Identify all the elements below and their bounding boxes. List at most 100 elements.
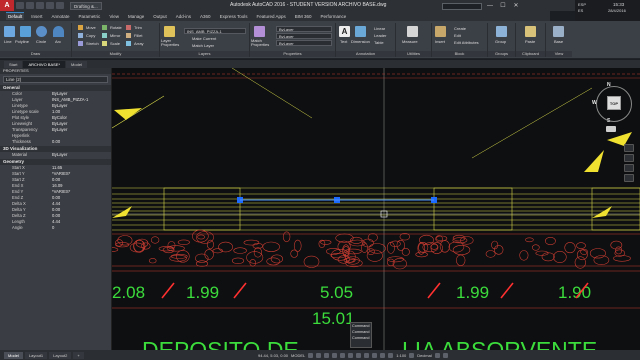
edit-block-button[interactable]: Edit [454,33,461,38]
zoom-icon[interactable] [624,164,634,172]
scale-button[interactable]: Scale [110,41,120,46]
save-icon[interactable] [36,2,44,9]
polar-icon[interactable] [332,352,338,358]
tab-layout1[interactable]: Layout1 [24,351,48,359]
hardware-acceleration-icon[interactable] [434,352,440,358]
tab-view[interactable]: View [107,13,121,20]
property-value[interactable]: 0 [52,225,111,231]
polyline-button-label[interactable]: Polyline [15,39,29,44]
orbit-icon[interactable] [624,174,634,182]
line-icon[interactable] [4,26,15,37]
add-layout-button[interactable]: + [73,351,84,359]
linear-button[interactable]: Linear [374,26,385,31]
workspace-icon[interactable] [388,352,394,358]
layers-panel-label[interactable]: Layers [160,51,249,57]
tab-model-layout[interactable]: Model [4,351,23,359]
tab-bim360[interactable]: BIM 360 [293,13,314,20]
dimension-icon[interactable] [355,26,366,37]
close-button[interactable]: ✕ [511,2,521,10]
model-space-button[interactable]: MODEL [291,353,305,358]
annotation-scale[interactable]: 1:100 [396,353,406,358]
view-panel-label[interactable]: View [546,51,572,57]
redo-icon[interactable] [56,2,64,9]
arc-button-label[interactable]: Arc [55,39,61,44]
maximize-button[interactable]: ☐ [498,2,508,10]
leader-button[interactable]: Leader [374,33,386,38]
region-indicator[interactable]: ES [578,8,583,13]
property-value[interactable]: ByLayer [52,152,111,158]
tab-archivo-base[interactable]: ARCHIVO BASE* [23,61,66,68]
properties-panel-label[interactable]: Properties [250,51,335,57]
group-icon[interactable] [496,26,507,37]
undo-icon[interactable] [46,2,54,9]
insert-block-icon[interactable] [435,26,446,37]
insert-button-label[interactable]: Insert [435,39,445,44]
tab-insert[interactable]: Insert [29,13,44,20]
tab-addins[interactable]: Add-ins [174,13,193,20]
steering-wheel-icon[interactable] [624,144,634,152]
pan-icon[interactable] [624,154,634,162]
transparency-icon[interactable] [364,352,370,358]
linetype-dropdown[interactable]: ByLayer [276,40,332,46]
text-icon[interactable]: A [339,26,350,37]
copy-icon[interactable] [78,33,83,38]
tab-express-tools[interactable]: Express Tools [218,13,250,20]
new-file-icon[interactable] [16,2,24,9]
autocad-logo-icon[interactable]: A [0,0,14,11]
color-dropdown[interactable]: ByLayer [276,26,332,32]
mirror-button[interactable]: Mirror [110,33,120,38]
drawing-area[interactable]: 2.08 1.99 5.05 1.99 1.90 DEPOSITO DE LIA ABS… [112,68,640,350]
tab-default[interactable]: Default [6,12,25,20]
viewcube-top-face[interactable]: TOP [607,96,621,110]
wcs-icon[interactable] [606,126,616,132]
clipboard-panel-label[interactable]: Clipboard [516,51,545,57]
annotation-panel-label[interactable]: Annotation [336,51,395,57]
clock-date[interactable]: 28/4/2016 [608,8,626,13]
modify-panel-label[interactable]: Modify [72,51,159,57]
fillet-button[interactable]: Fillet [134,33,142,38]
tab-annotate[interactable]: Annotate [50,13,72,20]
selection-cycling-icon[interactable] [372,352,378,358]
create-block-button[interactable]: Create [454,26,466,31]
tab-start[interactable]: Start [4,61,23,68]
table-button[interactable]: Table [374,40,384,45]
array-icon[interactable] [126,41,131,46]
edit-attributes-button[interactable]: Edit Attributes [454,40,479,45]
paste-icon[interactable] [525,26,536,37]
units-readout[interactable]: Decimal [417,353,431,358]
customization-icon[interactable] [442,352,448,358]
move-button[interactable]: Move [86,25,96,30]
language-indicator[interactable]: ESP [578,2,586,7]
line-button-label[interactable]: Line [4,39,12,44]
stretch-icon[interactable] [78,41,83,46]
utilities-panel-label[interactable]: Utilities [396,51,431,57]
draw-panel-label[interactable]: Draw [0,51,71,57]
osnap-icon[interactable] [340,352,346,358]
scale-icon[interactable] [102,41,107,46]
layer-properties-icon[interactable] [164,26,175,37]
match-properties-icon[interactable] [254,26,265,37]
polyline-icon[interactable] [20,26,31,37]
match-layer-button[interactable]: Match Layer [192,43,214,48]
tab-manage[interactable]: Manage [126,13,146,20]
tab-layout2[interactable]: Layout2 [49,351,72,359]
mirror-icon[interactable] [102,33,107,38]
grid-icon[interactable] [308,352,314,358]
paste-button-label[interactable]: Paste [525,39,535,44]
property-row[interactable]: Material ByLayer [0,152,111,158]
tab-a360[interactable]: A360 [198,13,213,20]
property-value[interactable]: 0.00 [52,139,111,145]
snap-icon[interactable] [316,352,322,358]
workspace-dropdown[interactable]: Drafting &... [70,1,102,10]
measure-icon[interactable] [407,26,418,37]
minimize-button[interactable]: — [485,2,495,10]
copy-button[interactable]: Copy [86,33,95,38]
base-button-label[interactable]: Base [554,39,563,44]
block-panel-label[interactable]: Block [432,51,487,57]
coordinates-readout[interactable]: 94.44, 5.03, 0.00 [258,353,288,358]
measure-button-label[interactable]: Measure [402,39,418,44]
drawing-svg[interactable]: 2.08 1.99 5.05 1.99 1.90 DEPOSITO DE LIA ABS… [112,68,640,350]
ortho-icon[interactable] [324,352,330,358]
text-button-label[interactable]: Text [340,39,347,44]
fillet-icon[interactable] [126,33,131,38]
